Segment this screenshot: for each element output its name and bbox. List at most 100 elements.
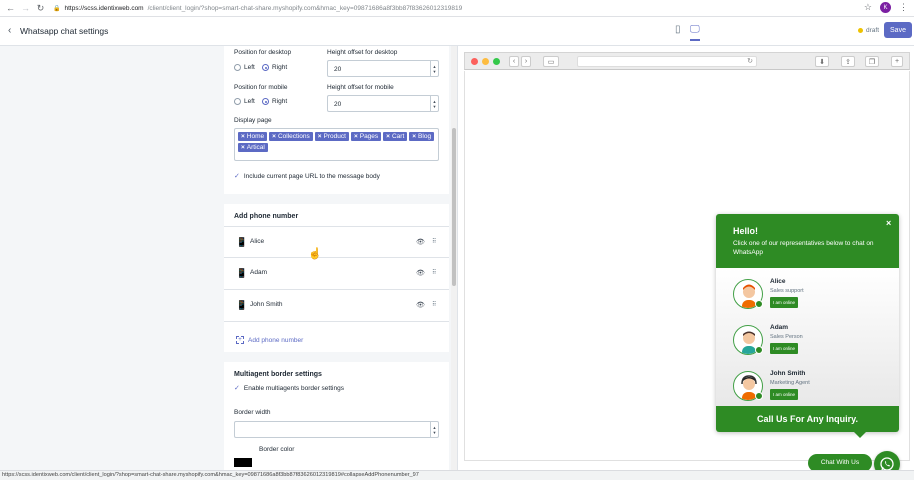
- height-desktop-label: Height offset for desktop: [327, 49, 398, 56]
- border-color-swatch[interactable]: [234, 458, 252, 467]
- lock-icon: 🔒: [53, 5, 61, 12]
- position-desktop-label: Position for desktop: [234, 49, 292, 56]
- radio-label: Left: [244, 64, 255, 71]
- browser-menu-icon[interactable]: ⋮: [899, 2, 908, 13]
- page-tag[interactable]: × Product: [314, 132, 349, 141]
- settings-scrollbar[interactable]: [451, 46, 457, 470]
- download-icon: ⬇: [815, 56, 829, 67]
- number-spinner[interactable]: ▲ ▼: [430, 96, 438, 111]
- scrollbar-thumb[interactable]: [452, 128, 456, 286]
- remove-tag-icon[interactable]: ×: [272, 133, 276, 140]
- radio-label: Right: [272, 98, 288, 105]
- phone-section-heading: Add phone number: [234, 213, 299, 220]
- remove-tag-icon[interactable]: ×: [318, 133, 322, 140]
- widget-agent-role: Sales Person: [770, 334, 803, 340]
- add-icon: +: [236, 336, 244, 344]
- bookmark-star-icon[interactable]: ☆: [864, 2, 872, 13]
- page-tag[interactable]: × Collections: [269, 132, 313, 141]
- spin-down-icon[interactable]: ▼: [433, 430, 437, 435]
- radio-selected-icon: [262, 64, 269, 71]
- height-desktop-value: 20: [334, 66, 342, 73]
- widget-agent[interactable]: John Smith Marketing Agent I am online: [733, 368, 893, 406]
- back-arrow-icon[interactable]: ←: [6, 3, 15, 13]
- page-tag[interactable]: × Artical: [238, 143, 268, 152]
- mobile-left-radio[interactable]: Left: [234, 98, 255, 105]
- eye-icon[interactable]: 👁: [416, 301, 425, 309]
- widget-agent-role: Marketing Agent: [770, 380, 810, 386]
- page-tag[interactable]: × Blog: [409, 132, 435, 141]
- agent-row[interactable]: 📱 Adam 👁 ⠿: [224, 258, 449, 290]
- forward-arrow-icon[interactable]: →: [21, 3, 30, 13]
- agent-row[interactable]: 📱 John Smith 👁 ⠿: [224, 290, 449, 322]
- sidebar-icon: ▭: [543, 56, 559, 67]
- save-button[interactable]: Save: [884, 22, 912, 38]
- page-tag[interactable]: × Home: [238, 132, 268, 141]
- whatsapp-small-icon: [755, 300, 763, 308]
- page-tag[interactable]: × Cart: [383, 132, 408, 141]
- hand-cursor-icon: ☝: [308, 248, 322, 260]
- zoom-dot-icon: [493, 58, 500, 65]
- desktop-view-icon[interactable]: 🖵: [690, 24, 700, 41]
- remove-tag-icon[interactable]: ×: [386, 133, 390, 140]
- status-bar-url: https://scss.identixweb.com/client/clien…: [0, 470, 914, 480]
- eye-icon[interactable]: 👁: [416, 238, 425, 246]
- new-tab-icon: +: [891, 56, 903, 67]
- window-controls: [471, 58, 500, 65]
- mobile-right-radio[interactable]: Right: [262, 98, 287, 105]
- widget-close-icon[interactable]: ×: [886, 218, 891, 228]
- preview-forward-icon: ›: [521, 56, 531, 67]
- widget-subtitle: Click one of our representatives below t…: [733, 240, 874, 256]
- mobile-view-icon[interactable]: ▯: [675, 24, 681, 35]
- remove-tag-icon[interactable]: ×: [241, 133, 245, 140]
- desktop-right-radio[interactable]: Right: [262, 64, 287, 71]
- preview-back-icon: ‹: [509, 56, 519, 67]
- back-chevron-icon[interactable]: ‹: [8, 25, 11, 36]
- online-badge: I am online: [770, 389, 799, 400]
- app-header: ‹ Whatsapp chat settings ▯ 🖵 draft Save: [0, 17, 914, 46]
- widget-agent-list: Alice Sales support I am online Adam Sal…: [716, 268, 899, 406]
- minimize-dot-icon: [482, 58, 489, 65]
- close-dot-icon: [471, 58, 478, 65]
- draft-status: draft: [858, 27, 879, 34]
- whatsapp-small-icon: [755, 392, 763, 400]
- add-phone-number-link[interactable]: + Add phone number: [236, 336, 303, 344]
- address-bar[interactable]: 🔒 https://scss.identixweb.com/client/cli…: [53, 5, 833, 12]
- agent-row[interactable]: 📱 Alice 👁 ⠿: [224, 226, 449, 258]
- preview-reload-icon: ↻: [577, 56, 757, 67]
- display-page-tags[interactable]: × Home × Collections × Product × Pages × Cart × Blo…: [234, 128, 439, 161]
- widget-agent[interactable]: Alice Sales support I am online: [733, 276, 893, 314]
- url-host: https://scss.identixweb.com: [64, 4, 144, 12]
- border-width-input[interactable]: ▲ ▼: [234, 421, 439, 438]
- radio-label: Left: [244, 98, 255, 105]
- include-url-checkbox[interactable]: ✓ Include current page URL to the message…: [234, 172, 380, 181]
- widget-agent[interactable]: Adam Sales Person I am online: [733, 322, 893, 360]
- browser-toolbar: ← → ↻ 🔒 https://scss.identixweb.com/clie…: [0, 0, 914, 17]
- reload-icon[interactable]: ↻: [36, 3, 45, 14]
- enable-border-checkbox[interactable]: ✓ Enable multiagents border settings: [234, 384, 344, 393]
- height-desktop-input[interactable]: 20 ▲ ▼: [327, 60, 439, 77]
- tabs-icon: ❐: [865, 56, 879, 67]
- remove-tag-icon[interactable]: ×: [241, 144, 245, 151]
- share-icon: ⇪: [841, 56, 855, 67]
- widget-agent-name: Adam: [770, 324, 789, 331]
- spin-down-icon[interactable]: ▼: [433, 104, 437, 109]
- number-spinner[interactable]: ▲ ▼: [430, 61, 438, 76]
- draft-dot-icon: [858, 28, 863, 33]
- remove-tag-icon[interactable]: ×: [412, 133, 416, 140]
- profile-avatar[interactable]: K: [880, 2, 891, 13]
- checkmark-icon: ✓: [234, 173, 240, 180]
- remove-tag-icon[interactable]: ×: [354, 133, 358, 140]
- eye-icon[interactable]: 👁: [416, 269, 425, 277]
- page-tag[interactable]: × Pages: [350, 132, 382, 141]
- drag-handle-icon[interactable]: ⠿: [432, 301, 436, 308]
- drag-handle-icon[interactable]: ⠿: [432, 238, 436, 245]
- position-mobile-label: Position for mobile: [234, 84, 288, 91]
- height-mobile-input[interactable]: 20 ▲ ▼: [327, 95, 439, 112]
- radio-selected-icon: [262, 98, 269, 105]
- drag-handle-icon[interactable]: ⠿: [432, 269, 436, 276]
- spin-down-icon[interactable]: ▼: [433, 69, 437, 74]
- desktop-left-radio[interactable]: Left: [234, 64, 255, 71]
- display-page-label: Display page: [234, 117, 272, 124]
- position-settings-card: Position for desktop Height offset for d…: [224, 46, 449, 194]
- number-spinner[interactable]: ▲ ▼: [430, 422, 438, 437]
